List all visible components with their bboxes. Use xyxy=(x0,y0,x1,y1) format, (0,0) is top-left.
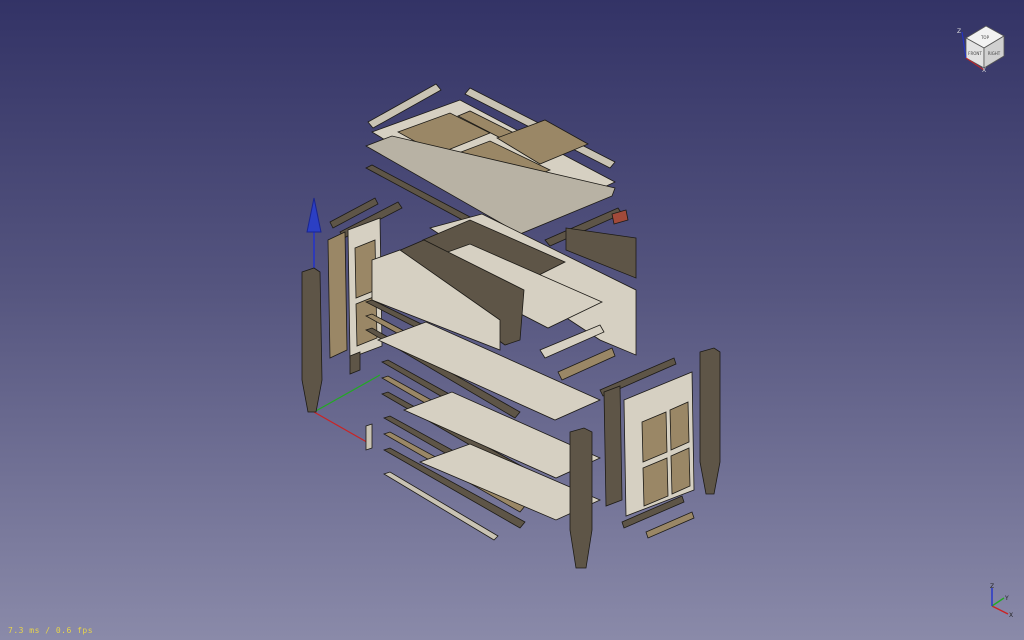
loose-part-2[interactable] xyxy=(365,423,373,451)
navcube-z-letter: Z xyxy=(957,28,961,35)
right-side-inset-2[interactable] xyxy=(669,401,690,451)
fps-counter: 7.3 ms / 0.6 fps xyxy=(8,626,94,635)
center-stretcher-2[interactable] xyxy=(539,324,605,359)
center-stretcher-1[interactable] xyxy=(557,347,616,381)
navcube-top-label: TOP xyxy=(980,35,990,40)
right-rail-bottom-2[interactable] xyxy=(645,511,695,539)
right-side-frame[interactable] xyxy=(603,385,623,507)
left-side-frame[interactable] xyxy=(327,231,348,359)
mini-axis-indicator: X Y Z xyxy=(990,583,1013,619)
right-back-leg[interactable] xyxy=(699,347,721,495)
navcube-right-label: RIGHT xyxy=(988,51,1001,56)
3d-viewport[interactable]: TOP FRONT RIGHT Z X X Y Z xyxy=(0,0,1024,640)
right-front-leg[interactable] xyxy=(569,427,593,569)
right-side-inset-4[interactable] xyxy=(670,447,691,495)
left-front-leg[interactable] xyxy=(301,267,323,413)
mini-axis-y: Y xyxy=(1004,595,1009,602)
exploded-cabinet-model[interactable] xyxy=(301,83,721,569)
loose-part-1[interactable] xyxy=(349,351,361,375)
mini-axis-z: Z xyxy=(990,583,994,590)
navcube-x-letter: X xyxy=(982,67,986,74)
navigation-cube[interactable]: TOP FRONT RIGHT Z X xyxy=(957,25,1005,74)
navcube-z-axis xyxy=(961,31,967,59)
navcube-front-label: FRONT xyxy=(968,51,982,56)
mini-axis-x: X xyxy=(1009,612,1013,619)
